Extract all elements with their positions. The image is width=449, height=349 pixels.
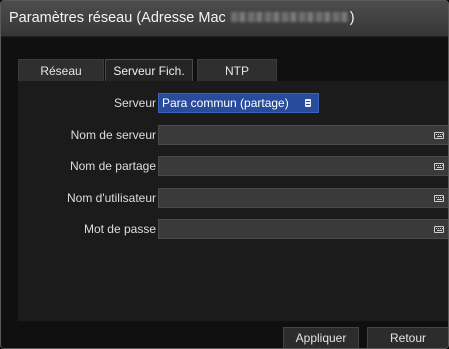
tab-serveur-fich[interactable]: Serveur Fich. [105,59,193,81]
password-label: Mot de passe [83,222,156,236]
apply-button[interactable]: Appliquer [283,327,359,348]
share-name-field[interactable] [158,156,448,176]
network-settings-dialog: Paramètres réseau (Adresse Mac) Réseau S… [0,0,449,349]
file-server-panel: Serveur Para commun (partage) Nom de ser… [18,81,448,321]
keyboard-icon[interactable] [434,226,444,233]
keyboard-icon[interactable] [434,132,444,139]
title-bar: Paramètres réseau (Adresse Mac) [1,1,448,37]
share-name-label: Nom de partage [69,159,156,173]
window-title: Paramètres réseau (Adresse Mac [9,10,226,26]
server-name-field[interactable] [158,125,448,145]
window-title-suffix: ) [349,10,355,26]
server-label: Serveur [113,96,156,110]
server-type-select[interactable]: Para commun (partage) [158,93,319,113]
password-field[interactable] [158,219,448,239]
keyboard-icon[interactable] [434,195,444,202]
server-type-value: Para commun (partage) [162,96,289,110]
mac-address-redacted [230,12,349,22]
tab-reseau[interactable]: Réseau [18,59,104,81]
keyboard-icon[interactable] [434,163,444,170]
username-field[interactable] [158,188,448,208]
server-name-label: Nom de serveur [70,128,156,142]
list-icon [305,99,311,107]
tab-bar: Réseau Serveur Fich. NTP [1,59,448,81]
username-label: Nom d'utilisateur [67,191,156,205]
back-button[interactable]: Retour [367,327,448,348]
tab-ntp[interactable]: NTP [197,59,277,81]
